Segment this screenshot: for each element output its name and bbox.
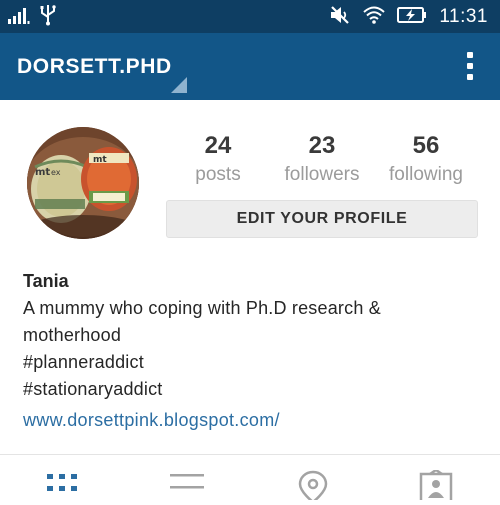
posts-count[interactable]: 24 posts — [178, 131, 258, 189]
overflow-menu-icon[interactable] — [466, 52, 474, 82]
mute-icon — [329, 5, 351, 30]
account-dropdown-icon[interactable] — [171, 77, 187, 98]
followers-count[interactable]: 23 followers — [277, 131, 367, 189]
tagged-person-icon — [418, 468, 454, 504]
posts-count-label: posts — [195, 164, 241, 185]
tab-map-view[interactable] — [296, 470, 336, 504]
profile-name: Tania — [23, 271, 69, 291]
followers-count-value: 23 — [308, 132, 336, 159]
usb-icon — [40, 4, 56, 31]
tab-grid-view[interactable] — [44, 470, 84, 500]
avatar[interactable]: mt ex mt — [27, 127, 139, 239]
tab-divider — [0, 454, 500, 455]
bio-hashtag[interactable]: #planneraddict — [23, 349, 483, 376]
bio-line: motherhood — [23, 325, 122, 345]
location-pin-icon — [296, 470, 330, 504]
status-bar: 11:31 — [0, 0, 500, 33]
following-count-value: 56 — [412, 132, 440, 159]
battery-charging-icon — [397, 6, 427, 29]
signal-strength-icon — [8, 6, 30, 29]
svg-text:mt: mt — [93, 155, 107, 165]
svg-text:ex: ex — [51, 168, 61, 177]
list-icon — [168, 474, 206, 504]
following-count[interactable]: 56 following — [381, 131, 471, 189]
profile-bio: Tania A mummy who coping with Ph.D resea… — [23, 268, 483, 434]
edit-profile-button[interactable]: EDIT YOUR PROFILE — [166, 200, 478, 238]
bio-hashtag[interactable]: #stationaryaddict — [23, 376, 483, 403]
avatar-photo: mt ex mt — [27, 127, 139, 239]
wifi-icon — [363, 6, 386, 29]
followers-count-label: followers — [284, 164, 360, 185]
clock-time: 11:31 — [439, 6, 488, 27]
following-count-label: following — [389, 164, 463, 185]
username-title: DORSETT.PHD — [17, 55, 172, 78]
website-link[interactable]: www.dorsettpink.blogspot.com/ — [23, 407, 280, 434]
svg-text:mt: mt — [35, 167, 50, 178]
tab-tagged-photos[interactable] — [418, 468, 458, 504]
posts-count-value: 24 — [204, 132, 232, 159]
grid-icon — [44, 474, 80, 504]
tab-list-view[interactable] — [168, 470, 208, 500]
bio-line: A mummy who coping with Ph.D research & — [23, 298, 381, 318]
